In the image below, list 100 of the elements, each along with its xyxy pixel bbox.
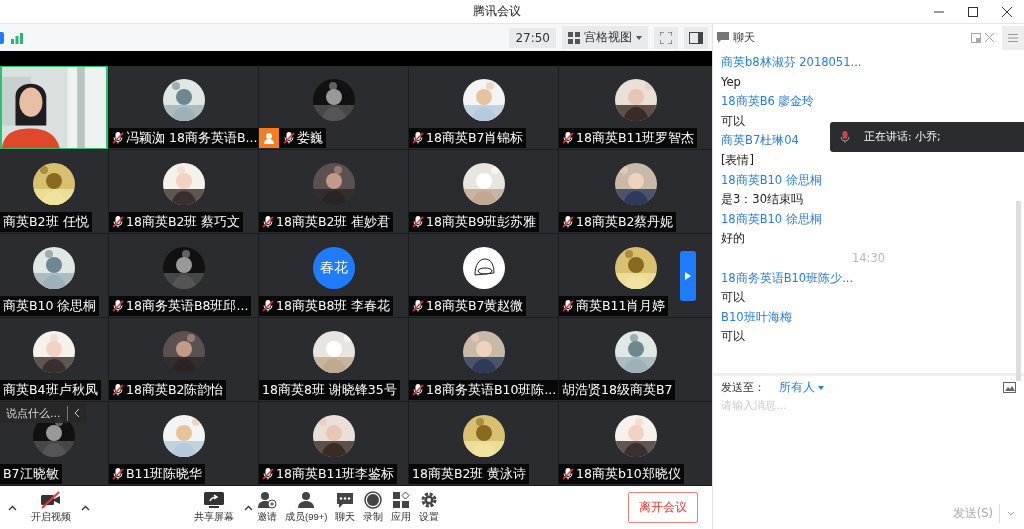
camera-off-icon: [40, 491, 62, 509]
caret-icon: [818, 385, 824, 390]
sender-name: 18商务英语B10班陈少...: [721, 269, 854, 287]
muted-mic-icon: [562, 299, 574, 313]
send-to-label: 发送至：: [721, 380, 765, 395]
toolbar-button[interactable]: 录制: [359, 491, 388, 524]
participant-name: 18商英B11班罗智杰: [559, 128, 698, 148]
chat-icon: [717, 32, 729, 43]
sidebar-icon: [689, 31, 703, 44]
muted-mic-icon: [112, 299, 124, 313]
participant-name: 商英B2班 任悦: [0, 212, 92, 232]
sender-name: 18商英B10 徐思桐: [721, 171, 822, 189]
person-icon: [297, 491, 316, 509]
sender-name: 商英B7杜琳04: [721, 132, 799, 150]
muted-mic-icon: [412, 131, 424, 145]
initials-avatar: 春花: [312, 247, 355, 289]
close-icon[interactable]: [985, 33, 994, 42]
window-title: 腾讯会议: [473, 3, 521, 20]
caret-icon: [8, 504, 17, 511]
muted-mic-icon: [262, 299, 274, 313]
participant-name: 18商英B2蔡丹妮: [559, 212, 677, 232]
muted-mic-icon: [262, 215, 274, 229]
participant-name: 娄巍: [259, 128, 326, 148]
apps-icon: [392, 491, 411, 509]
chat-icon: [336, 491, 355, 509]
sidebar-toggle-button[interactable]: [684, 26, 708, 49]
toolbar-button[interactable]: 应用: [387, 491, 416, 524]
toolbar-button[interactable]: 开启视频: [27, 491, 90, 524]
timestamp: 14:30: [851, 249, 886, 267]
caret-icon: [244, 504, 253, 511]
participant-name: 18商英B7肖锦标: [409, 128, 527, 148]
muted-mic-icon: [112, 215, 124, 229]
participant-name: 18商英B2陈韵怡: [109, 380, 227, 400]
muted-mic-icon: [562, 467, 574, 481]
participant-name: 18商务英语B10班陈...: [409, 380, 558, 400]
participant-name: 18商英B7黄赵微: [409, 296, 527, 316]
participant-name: B11班陈晓华: [109, 464, 206, 484]
participant-name: 商英B4班卢秋凤: [0, 380, 101, 400]
message-text: Yep: [721, 73, 741, 91]
muted-mic-icon: [112, 383, 124, 397]
toolbar-button[interactable]: 共享屏幕: [190, 491, 253, 524]
participant-name: 18商英B8班 李春花: [259, 296, 394, 316]
participant-name: 商英B10 徐思桐: [0, 296, 100, 316]
participant-name: 18商英8班 谢晓锋35号: [259, 380, 400, 400]
fullscreen-icon: [660, 31, 672, 44]
participant-name: 18商英B2班 黄泳诗: [409, 464, 530, 484]
popout-icon[interactable]: [971, 32, 981, 43]
participant-name: 18商英B2班 崔妙君: [259, 212, 394, 232]
message-text: 可以: [721, 289, 745, 307]
record-icon: [364, 491, 383, 509]
menu-icon: [1008, 33, 1018, 42]
participant-name: 18商英B9班彭苏雅: [409, 212, 540, 232]
muted-mic-icon: [412, 383, 424, 397]
signal-icon[interactable]: [10, 31, 24, 44]
recipient-dropdown[interactable]: 所有人: [779, 380, 824, 395]
muted-mic-icon: [112, 131, 124, 145]
message-text: 可以: [721, 328, 745, 346]
person-add-icon: [257, 491, 277, 509]
muted-mic-icon: [562, 215, 574, 229]
caret-button[interactable]: [6, 504, 19, 511]
sender-name: 18商英B10 徐思桐: [721, 210, 822, 228]
sender-name: B10班叶海梅: [721, 308, 792, 326]
image-icon[interactable]: [1003, 382, 1016, 393]
next-page-button[interactable]: [680, 251, 696, 301]
toolbar-button[interactable]: 聊天: [331, 491, 360, 524]
muted-mic-icon: [412, 215, 424, 229]
participant-name: 冯颖洳 18商务英语B...: [109, 128, 258, 148]
message-text: 好的: [721, 230, 745, 248]
caret-icon: [81, 504, 90, 511]
participant-name: B7江晓敏: [0, 464, 62, 484]
sender-name: 商英b8林淑芬 2018051...: [721, 54, 862, 71]
sender-name: 18商英B6 廖金玲: [721, 93, 815, 111]
muted-mic-icon: [562, 131, 574, 145]
grid-icon: [568, 31, 580, 44]
participant-name: 18商英B11班李鉴标: [259, 464, 398, 484]
muted-mic-icon: [283, 131, 295, 145]
leave-meeting-button[interactable]: 离开会议: [628, 492, 698, 523]
toolbar-button[interactable]: 设置: [415, 491, 444, 524]
message-text: 可以: [721, 112, 745, 130]
muted-mic-icon: [112, 467, 124, 481]
participant-name: 胡浩贤18级商英B7: [559, 380, 676, 400]
muted-mic-icon: [412, 299, 424, 313]
settings-icon: [420, 491, 439, 509]
fullscreen-button[interactable]: [654, 26, 678, 49]
chat-title: 聊天: [733, 30, 755, 45]
screen-share-icon: [203, 491, 225, 509]
muted-mic-icon: [262, 467, 274, 481]
toolbar-button[interactable]: 成员(99+): [281, 491, 332, 524]
message-text: 是3：30结束吗: [721, 191, 803, 209]
view-dropdown[interactable]: 宫格视图: [562, 26, 648, 49]
speaking-text: 正在讲话: 小乔;: [864, 130, 941, 144]
mic-icon: [840, 130, 850, 144]
participant-name: 18商务英语B8班邱...: [109, 296, 252, 316]
participant-name: 18商英b10郑晓仪: [559, 464, 684, 484]
participant-name: 18商英B2班 蔡巧文: [109, 212, 244, 232]
chevron-left-icon: [73, 409, 80, 417]
play-icon: [685, 272, 691, 280]
participant-name: 商英B11肖月婷: [559, 296, 669, 316]
message-text: [表情]: [721, 151, 754, 169]
toolbar-button[interactable]: 邀请: [253, 491, 281, 524]
